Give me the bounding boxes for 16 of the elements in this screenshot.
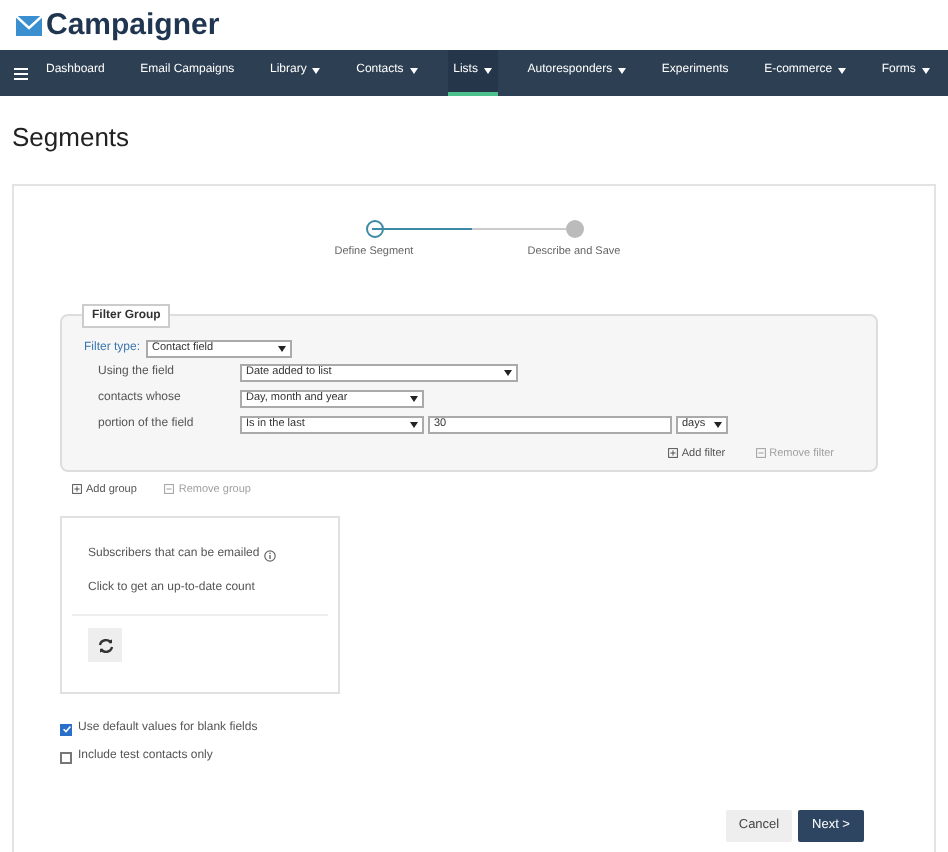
minus-icon xyxy=(755,448,766,459)
caret-icon xyxy=(410,421,418,427)
plus-icon xyxy=(72,484,82,495)
page-title: Segments xyxy=(10,120,132,156)
plus-icon xyxy=(667,448,678,459)
refresh-icon xyxy=(97,637,113,653)
caret-icon xyxy=(714,421,722,427)
minus-icon xyxy=(164,484,175,495)
caret-icon xyxy=(278,345,286,351)
caret-icon xyxy=(504,369,512,375)
caret-icon xyxy=(410,395,418,401)
checkbox[interactable] xyxy=(60,751,72,763)
refresh-button[interactable] xyxy=(88,628,122,662)
envelope-logo-icon xyxy=(16,15,42,35)
info-icon xyxy=(263,549,276,561)
logo-text: Campaigner xyxy=(46,10,220,40)
